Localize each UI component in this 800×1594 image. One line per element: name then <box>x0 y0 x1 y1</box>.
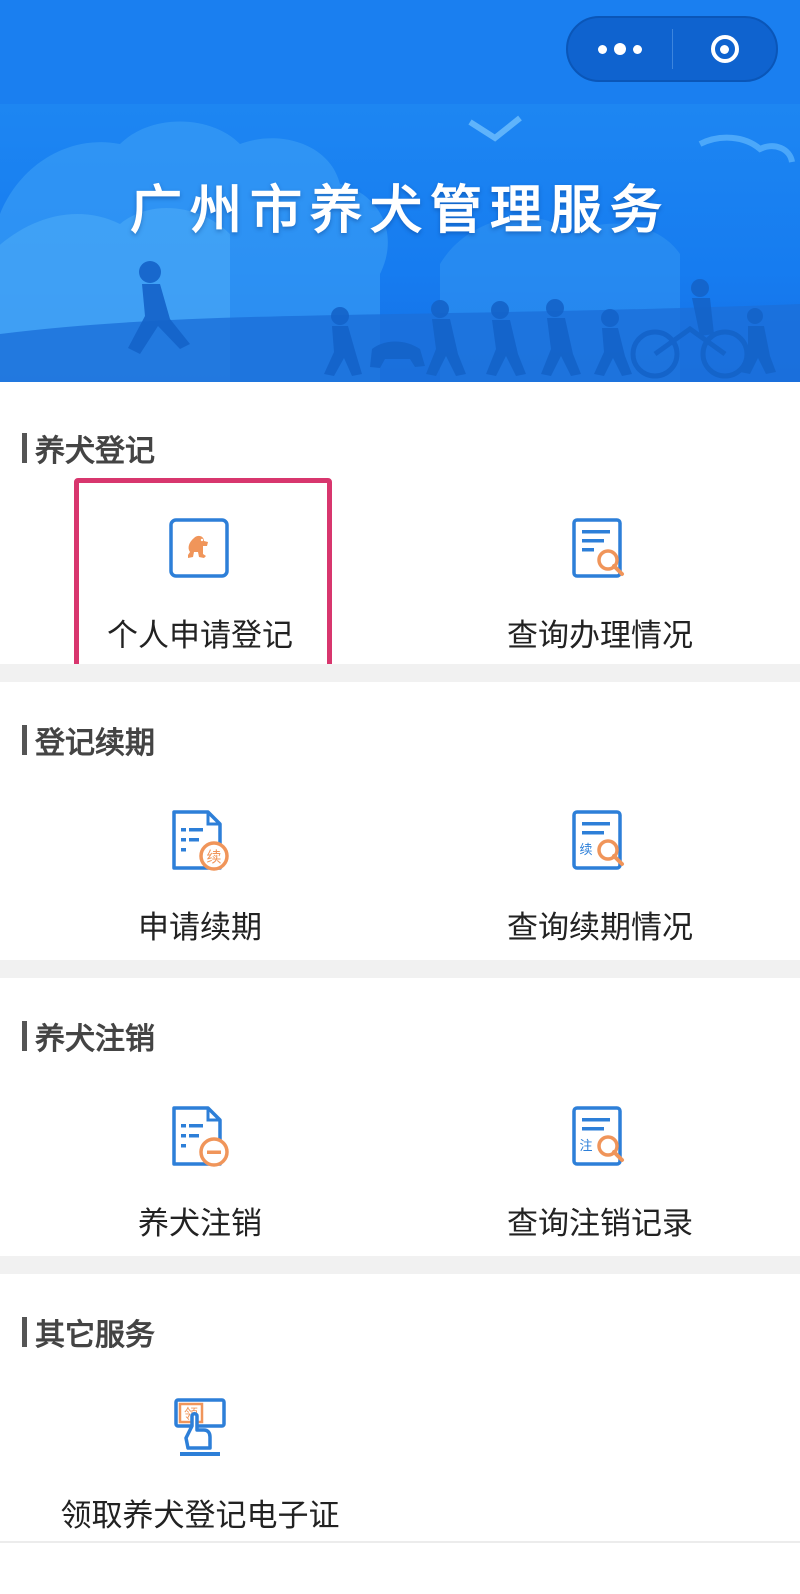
section-other-services: 其它服务 领 领取养犬登记电子证 <box>0 1274 800 1541</box>
section-title: 养犬注销 <box>22 1018 155 1057</box>
top-bar <box>0 0 800 104</box>
item-label: 申请续期 <box>138 910 262 946</box>
section-title: 养犬登记 <box>22 430 155 469</box>
section-marker <box>22 1021 27 1051</box>
page-title: 广州市养犬管理服务 <box>129 181 670 241</box>
section-divider <box>0 664 800 682</box>
item-label: 查询续期情况 <box>507 910 693 946</box>
claim-certificate-icon: 领 <box>174 1398 226 1456</box>
icon-badge-text: 续 <box>579 843 592 858</box>
item-label: 养犬注销 <box>138 1206 262 1242</box>
section-title: 其它服务 <box>22 1314 155 1353</box>
section-title-text: 登记续期 <box>35 726 155 761</box>
more-dots-icon[interactable] <box>568 18 672 80</box>
section-renewal: 登记续期 续 申请续期 续 查询续期情况 <box>0 682 800 960</box>
item-label: 查询办理情况 <box>507 618 693 654</box>
section-divider <box>0 960 800 978</box>
section-marker <box>22 1317 27 1347</box>
renew-search-icon: 续 <box>572 810 624 870</box>
section-title-text: 其它服务 <box>35 1318 155 1353</box>
section-divider <box>0 1256 800 1274</box>
item-label: 领取养犬登记电子证 <box>60 1498 340 1534</box>
icon-badge-text: 续 <box>206 848 221 866</box>
cancel-search-icon: 注 <box>572 1106 624 1166</box>
mini-program-capsule <box>566 16 778 82</box>
section-title-text: 养犬注销 <box>35 1022 155 1057</box>
banner: 广州市养犬管理服务 <box>0 104 800 382</box>
section-title: 登记续期 <box>22 722 155 761</box>
banner-illustration <box>0 115 800 382</box>
item-label: 查询注销记录 <box>507 1206 693 1242</box>
section-marker <box>22 725 27 755</box>
document-cancel-icon <box>172 1106 229 1167</box>
icon-badge-text: 注 <box>579 1139 592 1154</box>
claim-e-certificate-button[interactable]: 领 领取养犬登记电子证 <box>0 1394 400 1594</box>
document-renew-icon: 续 <box>172 810 229 871</box>
section-marker <box>22 433 27 463</box>
highlight-box <box>74 478 332 686</box>
document-search-icon <box>572 518 624 578</box>
target-circle-icon[interactable] <box>673 18 776 80</box>
section-cancellation: 养犬注销 养犬注销 注 查询注销记录 <box>0 978 800 1256</box>
section-title-text: 养犬登记 <box>35 434 155 469</box>
